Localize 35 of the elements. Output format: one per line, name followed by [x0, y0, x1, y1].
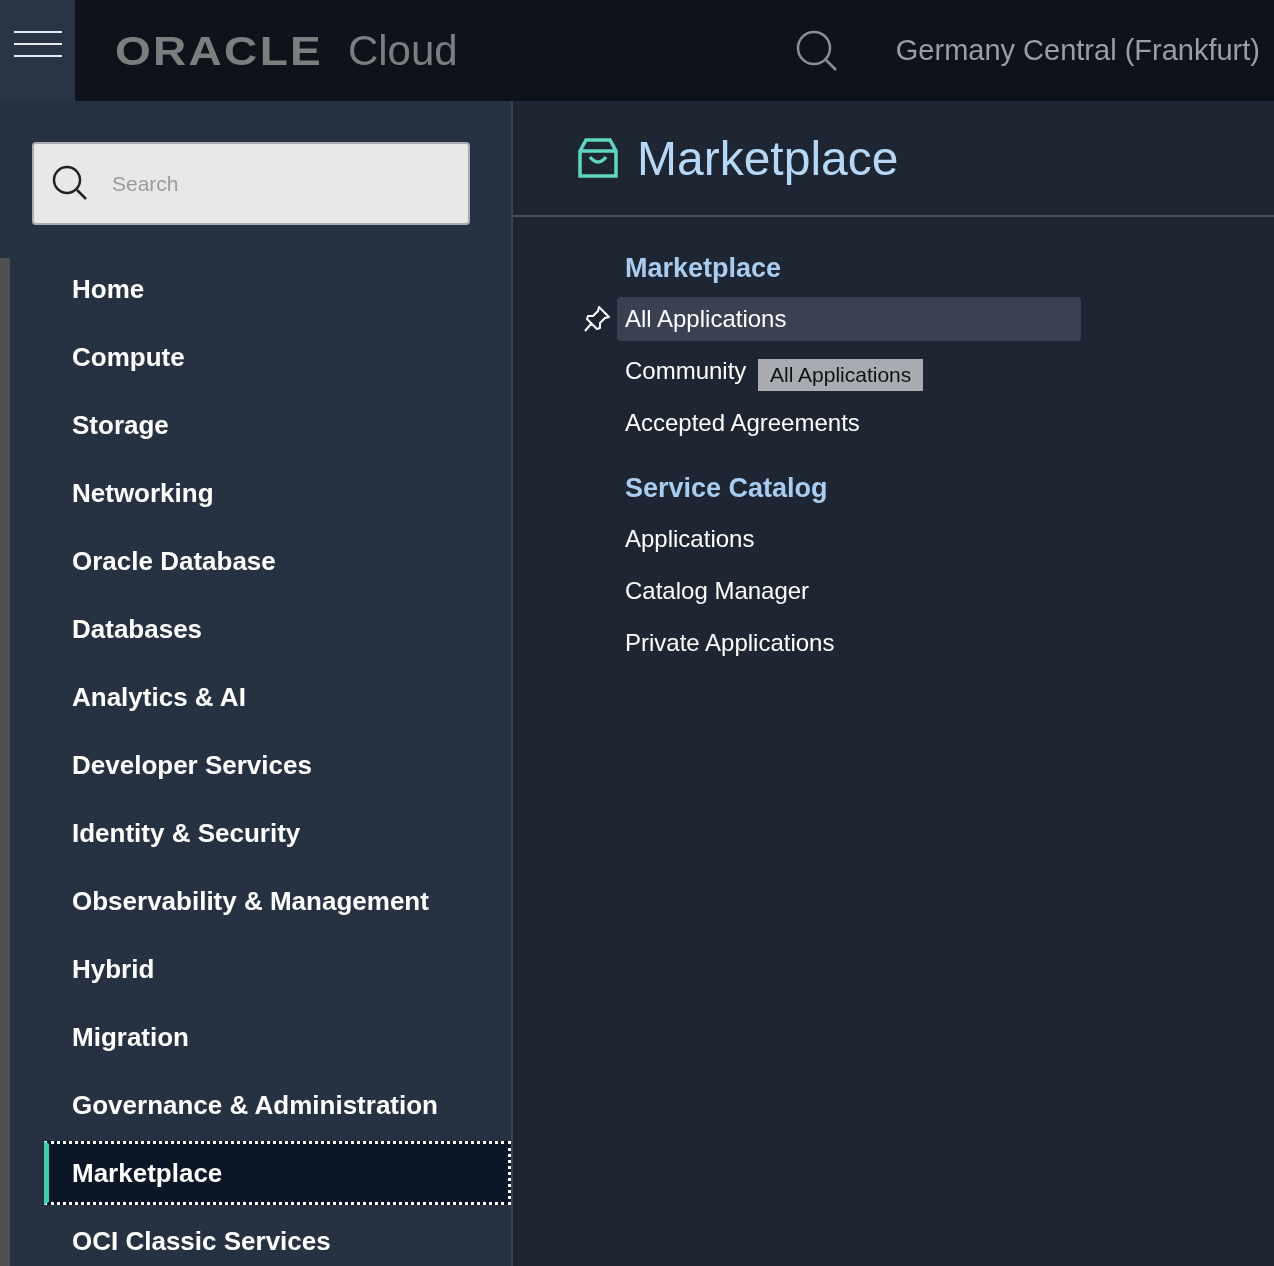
- logo-text: ORACLE: [115, 28, 323, 74]
- page-title: Marketplace: [637, 130, 899, 186]
- nav-item[interactable]: OCI Classic Services: [44, 1207, 511, 1266]
- nav-item[interactable]: Oracle Database: [44, 527, 511, 595]
- tooltip: All Applications: [758, 359, 924, 391]
- menu-link[interactable]: Catalog Manager: [617, 569, 818, 613]
- nav-item[interactable]: Compute: [44, 323, 511, 391]
- nav-item[interactable]: Hybrid: [44, 935, 511, 1003]
- menu-icon: [13, 30, 62, 58]
- scrollbar[interactable]: [0, 258, 10, 1266]
- nav-item[interactable]: Home: [44, 255, 511, 323]
- search-field[interactable]: Search: [32, 142, 470, 225]
- search-icon[interactable]: [795, 29, 838, 72]
- nav-item[interactable]: Identity & Security: [44, 799, 511, 867]
- product-name: Cloud: [347, 26, 458, 75]
- section-heading: Marketplace: [625, 253, 783, 285]
- nav-item[interactable]: Marketplace: [44, 1141, 511, 1205]
- nav-item[interactable]: Networking: [44, 459, 511, 527]
- nav-item[interactable]: Developer Services: [44, 731, 511, 799]
- nav-item[interactable]: Analytics & AI: [44, 663, 511, 731]
- menu-link[interactable]: Applications: [617, 517, 763, 561]
- nav-item[interactable]: Observability & Management: [44, 867, 511, 935]
- menu-button[interactable]: [0, 0, 75, 101]
- pin-icon[interactable]: [583, 305, 611, 333]
- menu-link[interactable]: Private Applications: [617, 621, 843, 665]
- nav-item[interactable]: Storage: [44, 391, 511, 459]
- nav-item[interactable]: Databases: [44, 595, 511, 663]
- region-selector[interactable]: Germany Central (Frankfurt): [895, 34, 1260, 67]
- nav-item[interactable]: Migration: [44, 1003, 511, 1071]
- shopping-bag-icon: [577, 137, 619, 179]
- menu-link[interactable]: All Applications: [617, 297, 1081, 341]
- menu-link[interactable]: Community: [617, 349, 755, 393]
- nav-item[interactable]: Governance & Administration: [44, 1071, 511, 1139]
- section-heading: Service Catalog: [625, 473, 829, 505]
- menu-link[interactable]: Accepted Agreements: [617, 401, 868, 445]
